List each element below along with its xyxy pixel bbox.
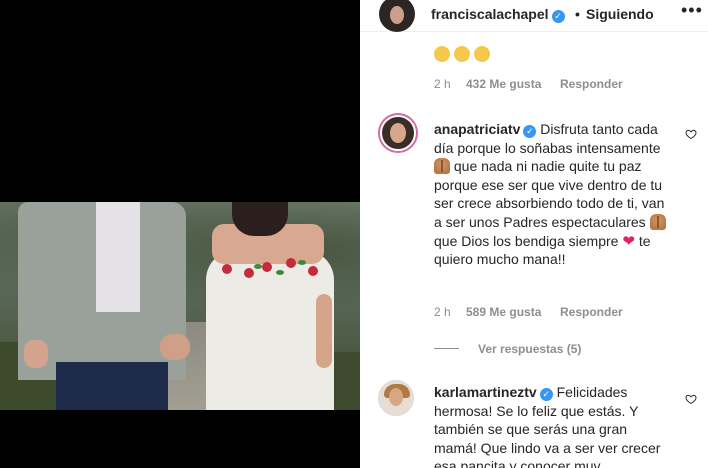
separator-dot: • bbox=[575, 6, 580, 22]
emoji-icon bbox=[474, 46, 490, 62]
like-heart-icon[interactable] bbox=[685, 127, 697, 140]
comment-time[interactable]: 2 h bbox=[434, 305, 451, 319]
praying-hands-icon bbox=[434, 158, 450, 175]
post-photo[interactable] bbox=[0, 202, 360, 410]
comment-likes[interactable]: 589 Me gusta bbox=[466, 305, 541, 319]
author-avatar[interactable] bbox=[379, 0, 415, 32]
commenter-avatar[interactable] bbox=[378, 380, 414, 416]
comment-body: anapatriciatv ✓ Disfruta tanto cada día p… bbox=[434, 121, 666, 268]
post-header: franciscalachapel ✓ • Siguiendo ••• bbox=[360, 0, 708, 32]
emoji-icon bbox=[454, 46, 470, 62]
like-heart-icon[interactable] bbox=[685, 392, 697, 405]
comment-likes[interactable]: 432 Me gusta bbox=[466, 77, 541, 91]
commenter-username[interactable]: karlamartineztv bbox=[434, 384, 537, 400]
view-replies-button[interactable]: Ver respuestas (5) bbox=[478, 342, 581, 356]
emoji-row bbox=[434, 44, 494, 62]
commenter-avatar[interactable] bbox=[378, 113, 418, 153]
post-media bbox=[0, 0, 360, 468]
comment-body: karlamartineztv ✓ Felicidades hermosa! Se… bbox=[434, 384, 661, 468]
verified-badge-icon: ✓ bbox=[539, 388, 553, 401]
comment-time[interactable]: 2 h bbox=[434, 77, 451, 91]
emoji-icon bbox=[434, 46, 450, 62]
author-username[interactable]: franciscalachapel ✓ bbox=[431, 6, 565, 23]
verified-badge-icon: ✓ bbox=[523, 125, 537, 138]
comments-panel: franciscalachapel ✓ • Siguiendo ••• 2 h 4… bbox=[360, 0, 708, 468]
more-options-icon[interactable]: ••• bbox=[681, 0, 703, 21]
following-button[interactable]: Siguiendo bbox=[586, 6, 654, 22]
replies-divider bbox=[434, 348, 459, 349]
praying-hands-icon bbox=[649, 213, 666, 230]
red-heart-icon: ❤ bbox=[622, 232, 635, 250]
commenter-username[interactable]: anapatriciatv bbox=[434, 121, 520, 137]
verified-badge-icon: ✓ bbox=[551, 10, 565, 23]
reply-button[interactable]: Responder bbox=[560, 77, 623, 91]
reply-button[interactable]: Responder bbox=[560, 305, 623, 319]
